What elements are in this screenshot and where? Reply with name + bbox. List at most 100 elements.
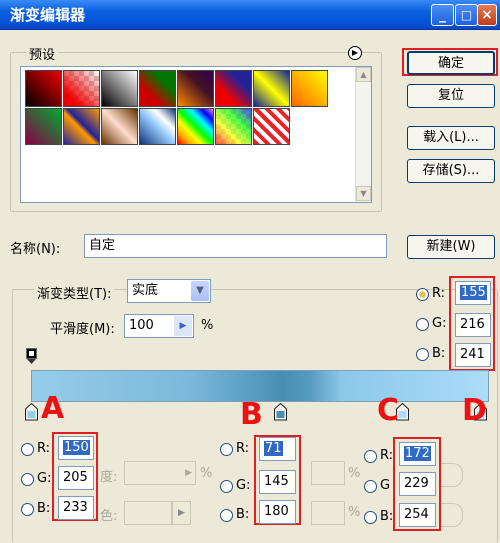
name-label: 名称(N): (10, 242, 61, 257)
gradient-type-value: 实底 (132, 283, 159, 298)
c-radio-b[interactable] (364, 511, 377, 524)
annotation-letter-a: A (41, 391, 65, 426)
annotation-letter-d: D (462, 393, 487, 428)
b-percent: % (348, 466, 361, 481)
radio-g[interactable] (416, 318, 429, 331)
preset-swatch[interactable] (253, 108, 290, 145)
b-label-r: R: (236, 441, 250, 456)
preset-swatch[interactable] (25, 108, 62, 145)
color-stop-b[interactable] (274, 402, 287, 421)
smoothness-value: 100 (129, 318, 154, 333)
gradient-type-select[interactable]: 实底 ▼ (127, 279, 211, 303)
scroll-down-icon[interactable]: ▼ (356, 186, 371, 201)
preset-swatch[interactable] (215, 70, 252, 107)
c-radio-g[interactable] (364, 480, 377, 493)
a-radio-r[interactable] (21, 443, 34, 456)
preset-swatch[interactable] (101, 108, 138, 145)
top-r-input[interactable]: 155 (455, 281, 491, 305)
label-g: G: (432, 316, 447, 331)
location-label-disabled: 色: (100, 509, 118, 524)
preset-swatch[interactable] (101, 70, 138, 107)
radio-b[interactable] (416, 348, 429, 361)
smoothness-unit: % (201, 318, 214, 333)
b-r-input[interactable]: 71 (259, 437, 296, 461)
a-g-input[interactable]: 205 (58, 466, 94, 490)
annotation-letter-b: B (240, 397, 263, 432)
c-disabled-button-2 (441, 503, 463, 527)
c-b-input[interactable]: 254 (399, 503, 436, 527)
c-radio-r[interactable] (364, 450, 377, 463)
close-button[interactable]: × (477, 4, 497, 26)
minimize-button[interactable]: _ (431, 4, 454, 26)
b-disabled-field (311, 461, 345, 485)
a-radio-b[interactable] (21, 503, 34, 516)
a-label-b: B: (37, 501, 51, 516)
maximize-icon: □ (460, 8, 473, 22)
preset-swatch[interactable] (63, 70, 100, 107)
top-b-input[interactable]: 241 (455, 343, 491, 367)
c-r-input[interactable]: 172 (399, 442, 436, 466)
preset-swatch[interactable] (63, 108, 100, 145)
load-button[interactable]: 载入(L)... (407, 126, 495, 150)
top-r-value: 155 (460, 285, 487, 300)
b-percent-2: % (348, 505, 361, 520)
minimize-icon: _ (439, 7, 446, 23)
a-b-input[interactable]: 233 (58, 496, 94, 520)
opacity-label-disabled: 度: (100, 470, 118, 485)
color-input-disabled (124, 501, 172, 525)
play-icon: ▶ (172, 501, 191, 525)
b-radio-r[interactable] (220, 443, 233, 456)
chevron-down-icon[interactable]: ▼ (191, 281, 209, 301)
label-r: R: (432, 286, 446, 301)
new-button[interactable]: 新建(W) (407, 235, 495, 259)
presets-label: 预设 (26, 44, 59, 63)
window-title: 渐变编辑器 (10, 6, 86, 24)
b-radio-g[interactable] (220, 480, 233, 493)
ok-button[interactable]: 确定 (407, 51, 495, 75)
play-icon: ▶ (185, 468, 192, 478)
scroll-up-icon[interactable]: ▲ (356, 67, 371, 82)
preset-swatch[interactable] (215, 108, 252, 145)
preset-swatch[interactable] (177, 70, 214, 107)
presets-scrollbar[interactable]: ▲ ▼ (355, 67, 371, 202)
preset-swatch[interactable] (291, 70, 328, 107)
b-label-b: B: (236, 507, 250, 522)
c-g-input[interactable]: 229 (399, 472, 436, 496)
play-icon[interactable]: ▶ (174, 316, 192, 336)
a-radio-g[interactable] (21, 473, 34, 486)
c-r-value: 172 (404, 446, 431, 461)
gradient-type-label: 渐变类型(T): (34, 283, 115, 302)
c-disabled-button (441, 463, 463, 487)
radio-r[interactable] (416, 288, 429, 301)
opacity-percent: % (200, 466, 213, 481)
annotation-letter-c: C (377, 393, 400, 428)
c-label-b: B: (380, 509, 394, 524)
smoothness-label: 平滑度(M): (50, 322, 115, 337)
smoothness-input[interactable]: 100 ▶ (124, 314, 194, 338)
maximize-button[interactable]: □ (455, 4, 478, 26)
a-r-input[interactable]: 150 (58, 436, 94, 460)
preset-swatch[interactable] (139, 70, 176, 107)
play-icon: ▶ (351, 48, 359, 57)
opacity-stop[interactable] (26, 348, 37, 365)
reset-button[interactable]: 复位 (407, 84, 495, 108)
name-input[interactable]: 自定 (84, 234, 387, 258)
color-stop-a[interactable] (25, 402, 38, 421)
top-g-input[interactable]: 216 (455, 313, 491, 337)
presets-menu-button[interactable]: ▶ (348, 46, 362, 60)
presets-list[interactable]: ▲ ▼ (20, 66, 372, 203)
label-b: B: (432, 346, 446, 361)
a-r-value: 150 (63, 440, 90, 455)
preset-swatch[interactable] (253, 70, 290, 107)
b-label-g: G: (236, 478, 251, 493)
preset-swatch[interactable] (177, 108, 214, 145)
opacity-input-disabled: ▶ (124, 461, 196, 485)
save-button[interactable]: 存储(S)... (407, 159, 495, 183)
b-radio-b[interactable] (220, 509, 233, 522)
b-g-input[interactable]: 145 (259, 470, 296, 494)
c-label-g: G (380, 478, 391, 493)
opacity-stop-icon (26, 348, 37, 364)
b-b-input[interactable]: 180 (259, 500, 296, 524)
preset-swatch[interactable] (139, 108, 176, 145)
preset-swatch[interactable] (25, 70, 62, 107)
